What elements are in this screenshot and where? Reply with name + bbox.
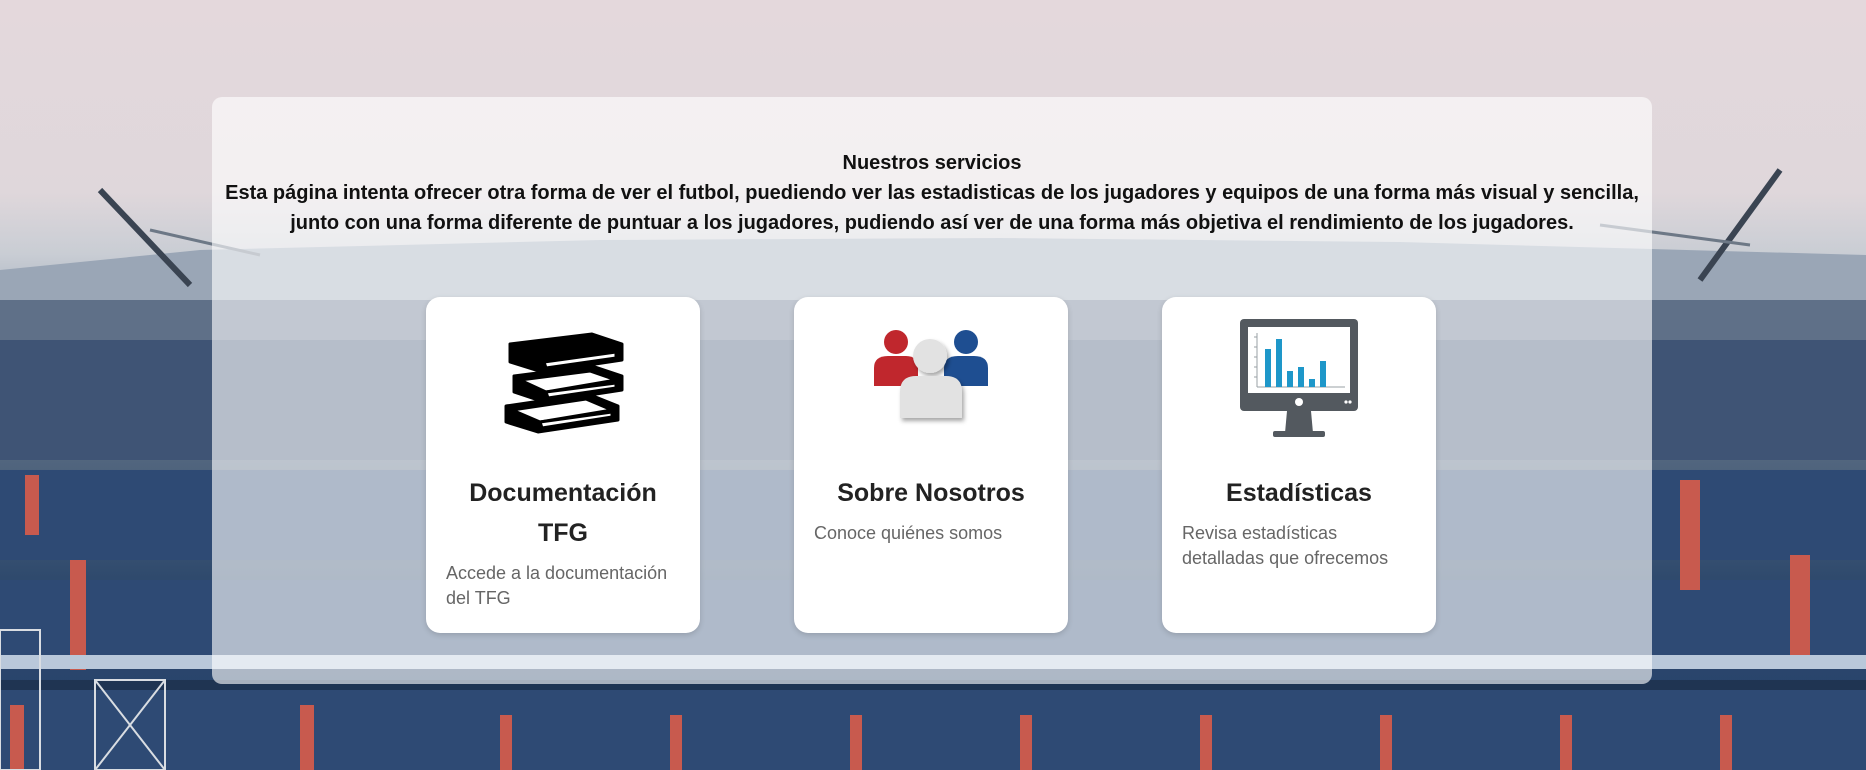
- card-estadisticas[interactable]: Estadísticas Revisa estadísticas detalla…: [1162, 297, 1436, 633]
- card-title: Documentación TFG: [469, 479, 657, 547]
- card-sobre-nosotros[interactable]: Sobre Nosotros Conoce quiénes somos: [794, 297, 1068, 633]
- services-description: Esta página intenta ofrecer otra forma d…: [225, 182, 1639, 234]
- card-documentacion[interactable]: Documentación TFG Accede a la documentac…: [426, 297, 700, 633]
- books-icon: [504, 332, 624, 434]
- services-title: Nuestros servicios: [842, 152, 1022, 174]
- team-icon: [874, 330, 988, 418]
- card-text: Revisa estadísticas detalladas que ofrec…: [1182, 523, 1389, 568]
- services-intro: Nuestros servicios Esta página intenta o…: [212, 148, 1652, 238]
- card-text: Conoce quiénes somos: [814, 523, 1003, 543]
- card-text: Accede a la documentación del TFG: [446, 563, 668, 608]
- stats-monitor-icon: [1240, 319, 1358, 437]
- card-title: Estadísticas: [1226, 479, 1372, 507]
- card-title: Sobre Nosotros: [837, 479, 1025, 507]
